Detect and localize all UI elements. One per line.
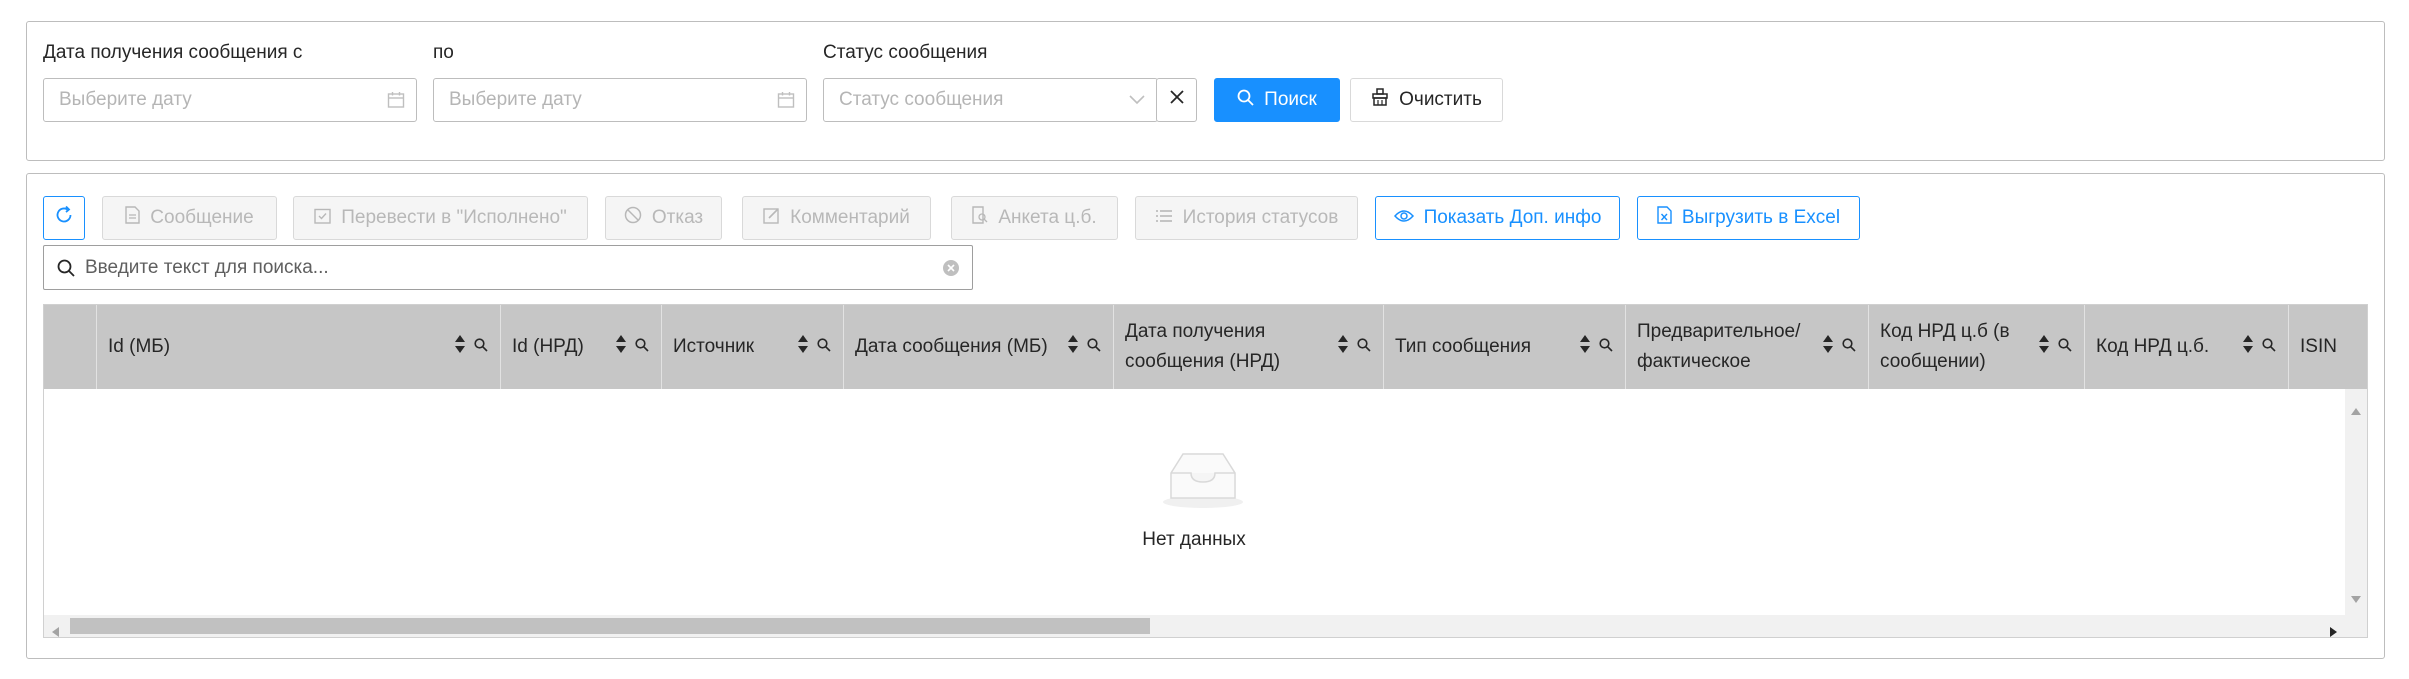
clear-button-label: Очистить [1399, 89, 1482, 110]
sort-icon[interactable] [1579, 334, 1591, 360]
close-icon [1169, 89, 1185, 111]
clear-circle-icon[interactable] [942, 259, 972, 277]
clear-button[interactable]: Очистить [1350, 78, 1503, 122]
inbox-icon [1161, 451, 1245, 515]
sort-icon[interactable] [1337, 334, 1349, 360]
date-to-placeholder: Выберите дату [449, 89, 582, 110]
chevron-down-icon [1117, 95, 1157, 105]
stop-icon [624, 206, 642, 230]
column-header-message-date-mb[interactable]: Дата сообщения (МБ) [844, 305, 1114, 389]
sort-icon[interactable] [2242, 334, 2254, 360]
date-from-label: Дата получения сообщения с [43, 42, 303, 63]
calendar-check-icon [314, 207, 331, 230]
table-search-placeholder: Введите текст для поиска... [85, 256, 329, 278]
date-to-field[interactable]: Выберите дату [433, 78, 807, 122]
scroll-right-icon[interactable] [2330, 621, 2337, 637]
calendar-icon [766, 91, 806, 109]
edit-icon [763, 207, 780, 230]
column-header-source[interactable]: Источник [662, 305, 844, 389]
status-clear-button[interactable] [1156, 78, 1197, 122]
column-header-receipt-date-nrd[interactable]: Дата получения сообщения (НРД) [1114, 305, 1384, 389]
sort-icon[interactable] [2038, 334, 2050, 360]
clear-icon [1371, 88, 1389, 112]
calendar-icon [376, 91, 416, 109]
refresh-button[interactable] [43, 196, 85, 240]
column-header-id-nrd[interactable]: Id (НРД) [501, 305, 662, 389]
column-header-isin[interactable]: ISIN [2289, 305, 2367, 389]
status-label: Статус сообщения [823, 42, 988, 63]
search-icon[interactable] [2262, 336, 2276, 358]
search-icon [1237, 89, 1254, 112]
refresh-icon [54, 205, 74, 231]
column-header-nrd-code[interactable]: Код НРД ц.б. [2085, 305, 2289, 389]
mark-done-button-label: Перевести в "Исполнено" [341, 207, 567, 228]
horizontal-scrollbar[interactable] [44, 615, 2367, 637]
search-button[interactable]: Поиск [1214, 78, 1340, 122]
date-from-placeholder: Выберите дату [59, 89, 192, 110]
sort-icon[interactable] [454, 334, 466, 360]
security-form-button-label: Анкета ц.б. [998, 207, 1097, 228]
status-placeholder: Статус сообщения [839, 89, 1004, 110]
scroll-down-icon[interactable] [2351, 587, 2361, 609]
comment-button-label: Комментарий [790, 207, 910, 228]
show-extra-button-label: Показать Доп. инфо [1423, 207, 1602, 228]
table-search-input[interactable]: Введите текст для поиска... [43, 245, 973, 290]
table-header: Id (МБ) Id (НРД) Источник Дата сообщения… [44, 305, 2367, 389]
status-history-button-label: История статусов [1182, 207, 1339, 228]
eye-icon [1393, 207, 1414, 229]
search-icon[interactable] [1842, 336, 1856, 358]
export-excel-button[interactable]: Выгрузить в Excel [1637, 196, 1860, 240]
search-icon[interactable] [474, 336, 488, 358]
sort-icon[interactable] [797, 334, 809, 360]
column-header-message-type[interactable]: Тип сообщения [1384, 305, 1626, 389]
file-search-icon [972, 206, 988, 230]
status-history-button[interactable]: История статусов [1135, 196, 1358, 240]
empty-text: Нет данных [1142, 529, 1246, 550]
scroll-left-icon[interactable] [52, 621, 59, 637]
column-header-nrd-code-in-message[interactable]: Код НРД ц.б (в сообщении) [1869, 305, 2085, 389]
search-button-label: Поиск [1264, 89, 1317, 110]
reject-button[interactable]: Отказ [605, 196, 722, 240]
date-to-label: по [433, 42, 454, 63]
reject-button-label: Отказ [651, 207, 704, 228]
column-header-id-mb[interactable]: Id (МБ) [97, 305, 501, 389]
sort-icon[interactable] [1822, 334, 1834, 360]
status-select[interactable]: Статус сообщения [823, 78, 1158, 122]
sort-icon[interactable] [1067, 334, 1079, 360]
sort-icon[interactable] [615, 334, 627, 360]
search-icon[interactable] [2058, 336, 2072, 358]
security-form-button[interactable]: Анкета ц.б. [951, 196, 1118, 240]
show-extra-button[interactable]: Показать Доп. инфо [1375, 196, 1620, 240]
search-icon[interactable] [1087, 336, 1101, 358]
column-header-preliminary-actual[interactable]: Предварительное/ фактическое [1626, 305, 1869, 389]
horizontal-scroll-thumb[interactable] [70, 618, 1150, 634]
message-button[interactable]: Сообщение [102, 196, 277, 240]
empty-state: Нет данных [44, 389, 2344, 619]
list-icon [1155, 207, 1173, 229]
search-icon[interactable] [1357, 336, 1371, 358]
file-icon [125, 206, 140, 230]
comment-button[interactable]: Комментарий [742, 196, 931, 240]
data-table: Id (МБ) Id (НРД) Источник Дата сообщения… [43, 304, 2368, 638]
excel-file-icon [1657, 206, 1672, 230]
search-icon[interactable] [635, 336, 649, 358]
vertical-scrollbar[interactable] [2345, 389, 2367, 619]
search-icon[interactable] [817, 336, 831, 358]
scroll-up-icon[interactable] [2351, 399, 2361, 421]
export-excel-button-label: Выгрузить в Excel [1681, 207, 1841, 228]
date-from-field[interactable]: Выберите дату [43, 78, 417, 122]
message-button-label: Сообщение [150, 207, 254, 228]
search-icon [44, 259, 75, 277]
mark-done-button[interactable]: Перевести в "Исполнено" [293, 196, 588, 240]
search-icon[interactable] [1599, 336, 1613, 358]
row-selector-header [44, 305, 97, 389]
